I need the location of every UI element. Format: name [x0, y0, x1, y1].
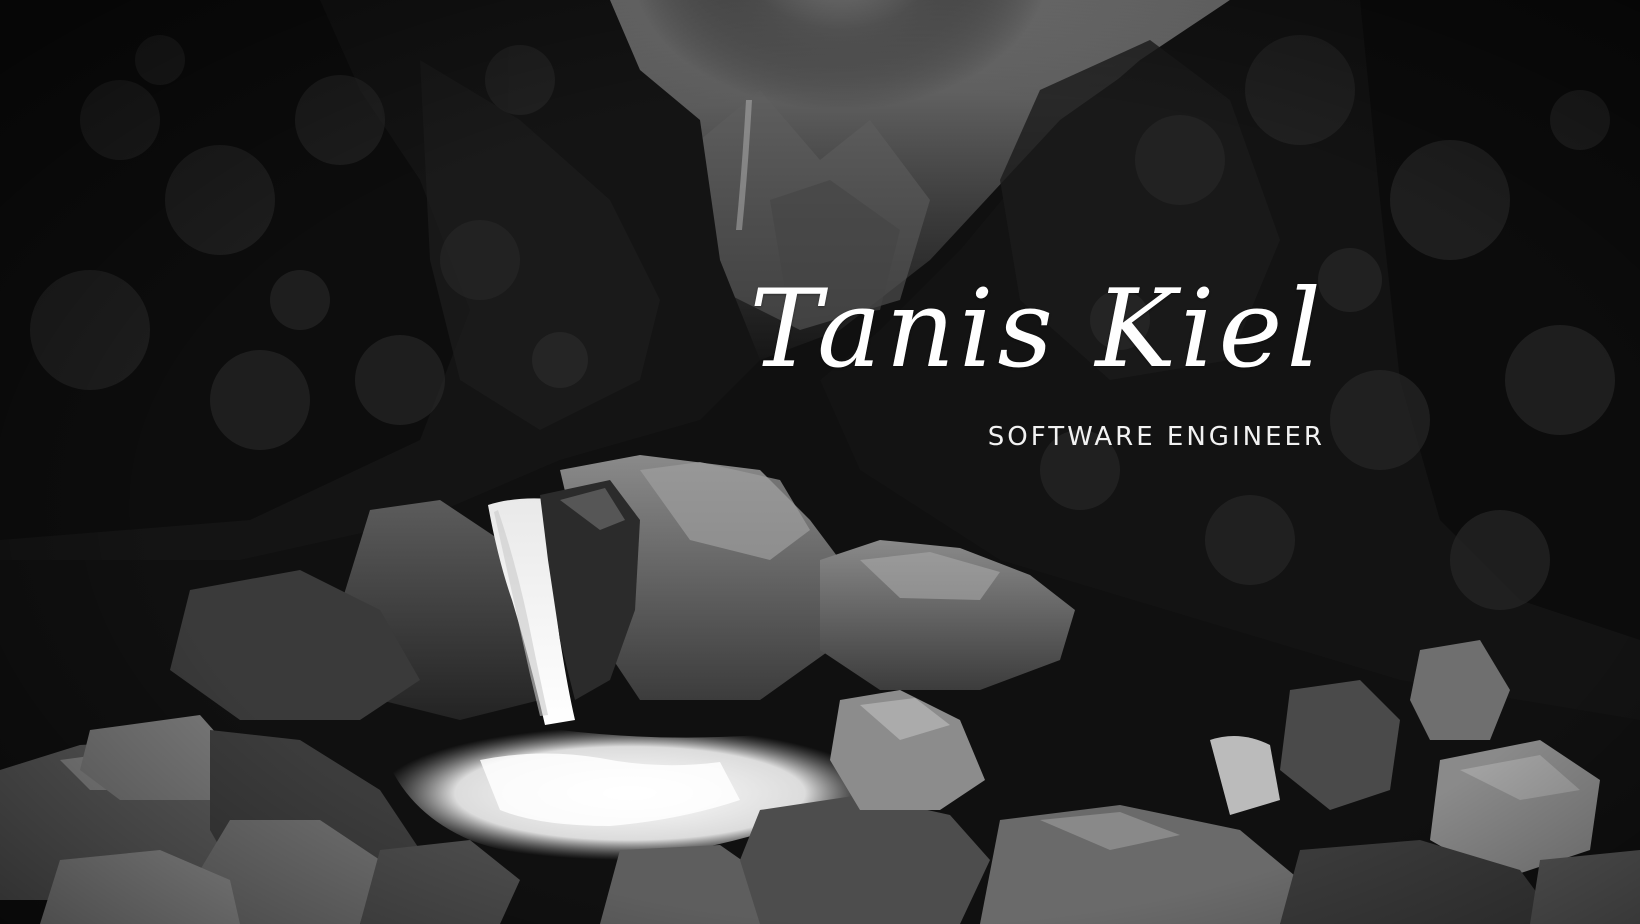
hero-section: Tanis Kiel SOFTWARE ENGINEER — [0, 0, 1640, 924]
background-photo — [0, 0, 1640, 924]
hero-name: Tanis Kiel — [749, 267, 1325, 392]
hero-subtitle: SOFTWARE ENGINEER — [987, 422, 1325, 452]
